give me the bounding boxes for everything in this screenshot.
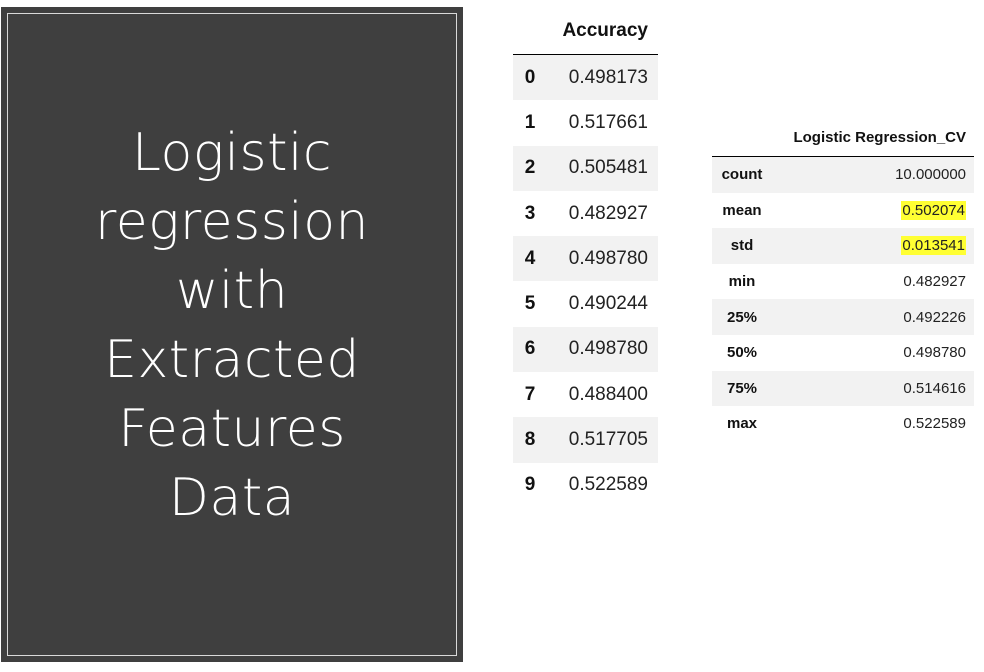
table-row: 5 0.490244 [513,281,658,326]
stat-value: 0.498780 [772,335,974,371]
accuracy-value: 0.498780 [547,236,658,282]
slide-title-line: with [175,261,289,321]
stat-value-text: 0.514616 [903,379,966,397]
summary-table-header-row: Logistic Regression_CV [712,124,974,157]
table-row: 9 0.522589 [513,463,658,508]
slide-title-line: Data [168,468,296,528]
table-row: count 10.000000 [712,156,974,193]
table-row: 1 0.517661 [513,100,658,145]
table-row: 25% 0.492226 [712,299,974,335]
stat-value-text: 10.000000 [895,166,966,184]
title-panel: Logistic regression with Extracted Featu… [1,7,463,662]
row-index: 8 [513,417,547,463]
row-index: 0 [513,54,547,101]
highlighted-stat-value: 0.013541 [901,236,966,256]
row-index: 3 [524,202,536,224]
accuracy-value: 0.517705 [547,417,658,463]
accuracy-value: 0.517661 [568,111,648,133]
accuracy-value: 0.488400 [568,383,648,405]
table-row: 4 0.498780 [513,236,658,282]
slide-title-line: Features [118,399,346,459]
stat-label: 75% [712,370,772,407]
table-row: 7 0.488400 [513,372,658,417]
row-index: 7 [524,383,536,405]
accuracy-value: 0.522589 [568,474,648,496]
stat-value: 0.492226 [772,299,974,335]
summary-column-header: Logistic Regression_CV [772,124,974,157]
highlighted-stat-value: 0.502074 [901,200,966,220]
table-row: 3 0.482927 [513,191,658,236]
table-row: 50% 0.498780 [712,335,974,371]
summary-table: Logistic Regression_CV count 10.000000 m… [712,124,974,442]
stat-label: 25% [712,299,772,335]
stat-label: 50% [726,344,758,362]
table-row: 2 0.505481 [513,145,658,191]
accuracy-table-header-row: Accuracy [513,14,658,55]
row-index: 2 [513,145,547,191]
summary-stat-header [712,124,772,157]
stat-label: min [728,273,756,291]
table-row: 6 0.498780 [513,326,658,373]
table-row: min 0.482927 [712,264,974,300]
stat-value: 0.522589 [772,406,974,442]
row-index: 6 [513,326,547,373]
stat-value: 0.502074 [772,193,974,229]
accuracy-table: Accuracy 0 0.498173 1 0.517661 2 0.50548… [513,14,658,508]
accuracy-value: 0.505481 [547,145,658,191]
stat-value-text: 0.498780 [903,344,966,362]
table-row: std 0.013541 [712,228,974,264]
table-row: max 0.522589 [712,406,974,442]
stat-value-text: 0.482927 [903,273,966,291]
accuracy-value: 0.490244 [568,293,648,315]
slide-title-line: Extracted [104,330,360,390]
table-row: mean 0.502074 [712,193,974,229]
stat-value: 10.000000 [772,156,974,193]
table-row: 75% 0.514616 [712,370,974,407]
accuracy-value: 0.498173 [547,54,658,101]
slide-title-line: regression [94,192,370,252]
stat-value: 0.482927 [772,264,974,300]
slide-title-line: Logistic [131,123,333,183]
stat-value: 0.013541 [772,228,974,264]
stat-value-text: 0.522589 [903,415,966,433]
accuracy-value: 0.482927 [568,202,648,224]
slide-title: Logistic regression with Extracted Featu… [3,119,461,533]
stat-label: max [726,415,758,433]
stat-label: mean [722,201,762,219]
slide: Logistic regression with Extracted Featu… [0,0,984,672]
row-index: 4 [513,236,547,282]
stat-label: count [712,156,772,193]
row-index: 5 [524,293,536,315]
accuracy-value: 0.498780 [547,326,658,373]
stat-label: std [712,228,772,264]
accuracy-column-header: Accuracy [547,14,658,55]
row-index: 9 [524,474,536,496]
table-row: 8 0.517705 [513,417,658,463]
row-index: 1 [524,111,536,133]
table-row: 0 0.498173 [513,54,658,101]
accuracy-index-header [513,14,547,55]
stat-value: 0.514616 [772,370,974,407]
stat-value-text: 0.492226 [903,308,966,326]
